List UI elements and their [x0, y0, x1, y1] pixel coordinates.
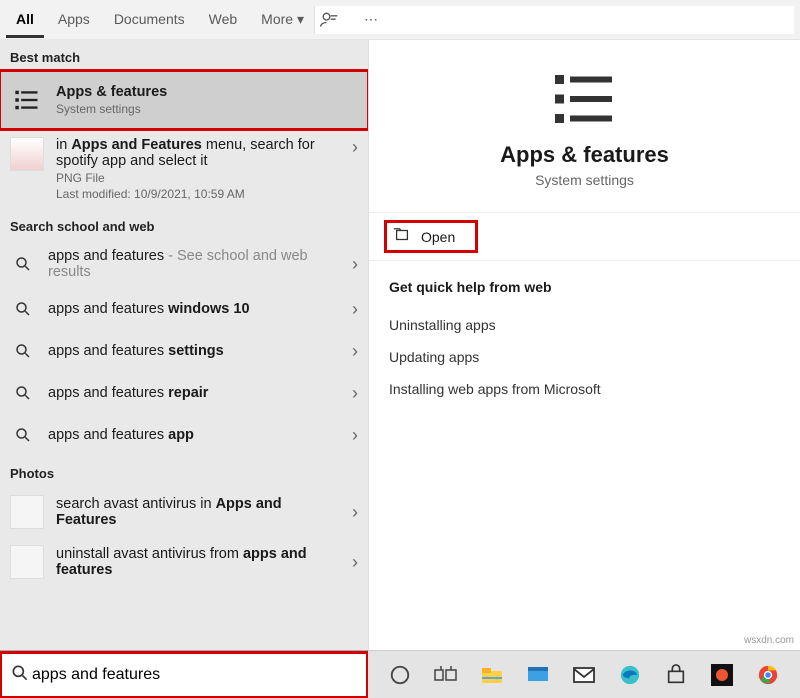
best-match-result[interactable]: Apps & features System settings — [0, 71, 368, 129]
search-icon — [10, 380, 36, 406]
photo-thumbnail-icon — [10, 545, 44, 579]
web-result-title: apps and features windows 10 — [48, 301, 340, 317]
more-options-icon[interactable]: ⋯ — [357, 6, 385, 34]
edge-icon[interactable] — [616, 660, 644, 690]
search-input[interactable] — [30, 665, 358, 685]
web-result-title: apps and features app — [48, 427, 340, 443]
open-label: Open — [421, 229, 455, 245]
help-link[interactable]: Uninstalling apps — [389, 309, 780, 341]
best-match-subtitle: System settings — [56, 102, 167, 116]
section-school-web: Search school and web — [0, 209, 368, 240]
best-match-title: Apps & features — [56, 84, 167, 100]
search-icon — [10, 663, 30, 686]
tab-more[interactable]: More ▾ — [251, 1, 314, 38]
top-tab-bar: All Apps Documents Web More ▾ ⋯ — [0, 0, 800, 40]
quick-help-heading: Get quick help from web — [389, 279, 780, 295]
chevron-right-icon[interactable]: › — [352, 341, 358, 362]
file-result-title: in Apps and Features menu, search for sp… — [56, 137, 340, 169]
search-input-container[interactable] — [0, 652, 368, 698]
photo-result-title: uninstall avast antivirus from apps and … — [56, 546, 340, 578]
taskbar — [368, 650, 800, 698]
photo-result-title: search avast antivirus in Apps and Featu… — [56, 496, 340, 528]
file-result[interactable]: in Apps and Features menu, search for sp… — [0, 129, 368, 209]
tab-all[interactable]: All — [6, 1, 44, 38]
tab-more-label: More — [261, 11, 293, 27]
preview-large-icon — [540, 64, 630, 134]
tab-documents[interactable]: Documents — [104, 1, 195, 38]
store-icon[interactable] — [662, 660, 690, 690]
web-result[interactable]: apps and features app › — [0, 414, 368, 456]
photo-result[interactable]: search avast antivirus in Apps and Featu… — [0, 487, 368, 537]
file-thumbnail-icon — [10, 137, 44, 171]
filter-tabs: All Apps Documents Web More ▾ — [6, 1, 314, 38]
web-result[interactable]: apps and features repair › — [0, 372, 368, 414]
tab-web[interactable]: Web — [199, 1, 248, 38]
web-result-title: apps and features settings — [48, 343, 340, 359]
web-result-title: apps and features repair — [48, 385, 340, 401]
chevron-right-icon[interactable]: › — [352, 383, 358, 404]
watermark: wsxdn.com — [744, 635, 794, 646]
chevron-right-icon[interactable]: › — [352, 502, 358, 523]
preview-subtitle: System settings — [369, 172, 800, 188]
tab-apps[interactable]: Apps — [48, 1, 100, 38]
web-result[interactable]: apps and features windows 10 › — [0, 288, 368, 330]
section-best-match: Best match — [0, 40, 368, 71]
help-link[interactable]: Updating apps — [389, 341, 780, 373]
section-photos: Photos — [0, 456, 368, 487]
web-result[interactable]: apps and features settings › — [0, 330, 368, 372]
chevron-down-icon: ▾ — [297, 11, 304, 27]
help-link[interactable]: Installing web apps from Microsoft — [389, 373, 780, 405]
mail-icon[interactable] — [570, 660, 598, 690]
search-icon — [10, 296, 36, 322]
photo-result[interactable]: uninstall avast antivirus from apps and … — [0, 537, 368, 587]
open-icon — [393, 227, 411, 246]
file-explorer-icon[interactable] — [478, 660, 506, 690]
chevron-right-icon[interactable]: › — [352, 299, 358, 320]
open-button[interactable]: Open — [387, 223, 475, 250]
cortana-icon[interactable] — [386, 660, 414, 690]
results-panel: Best match Apps & features System settin… — [0, 40, 368, 650]
chrome-icon[interactable] — [754, 660, 782, 690]
search-icon — [10, 251, 36, 277]
preview-title: Apps & features — [369, 142, 800, 168]
chevron-right-icon[interactable]: › — [352, 254, 358, 275]
chevron-right-icon[interactable]: › — [352, 425, 358, 446]
file-result-modified: Last modified: 10/9/2021, 10:59 AM — [56, 187, 340, 201]
photo-thumbnail-icon — [10, 495, 44, 529]
task-view-icon[interactable] — [432, 660, 460, 690]
chevron-right-icon[interactable]: › — [352, 552, 358, 573]
search-icon — [10, 422, 36, 448]
web-result[interactable]: apps and features - See school and web r… — [0, 240, 368, 288]
app-icon[interactable] — [524, 660, 552, 690]
chevron-right-icon[interactable]: › — [352, 137, 358, 158]
app-icon[interactable] — [708, 660, 736, 690]
search-icon — [10, 338, 36, 364]
web-result-title: apps and features - See school and web r… — [48, 248, 340, 280]
preview-panel: Apps & features System settings Open Get… — [368, 40, 800, 650]
file-result-type: PNG File — [56, 171, 340, 185]
settings-list-icon — [10, 83, 44, 117]
feedback-icon[interactable] — [315, 6, 343, 34]
